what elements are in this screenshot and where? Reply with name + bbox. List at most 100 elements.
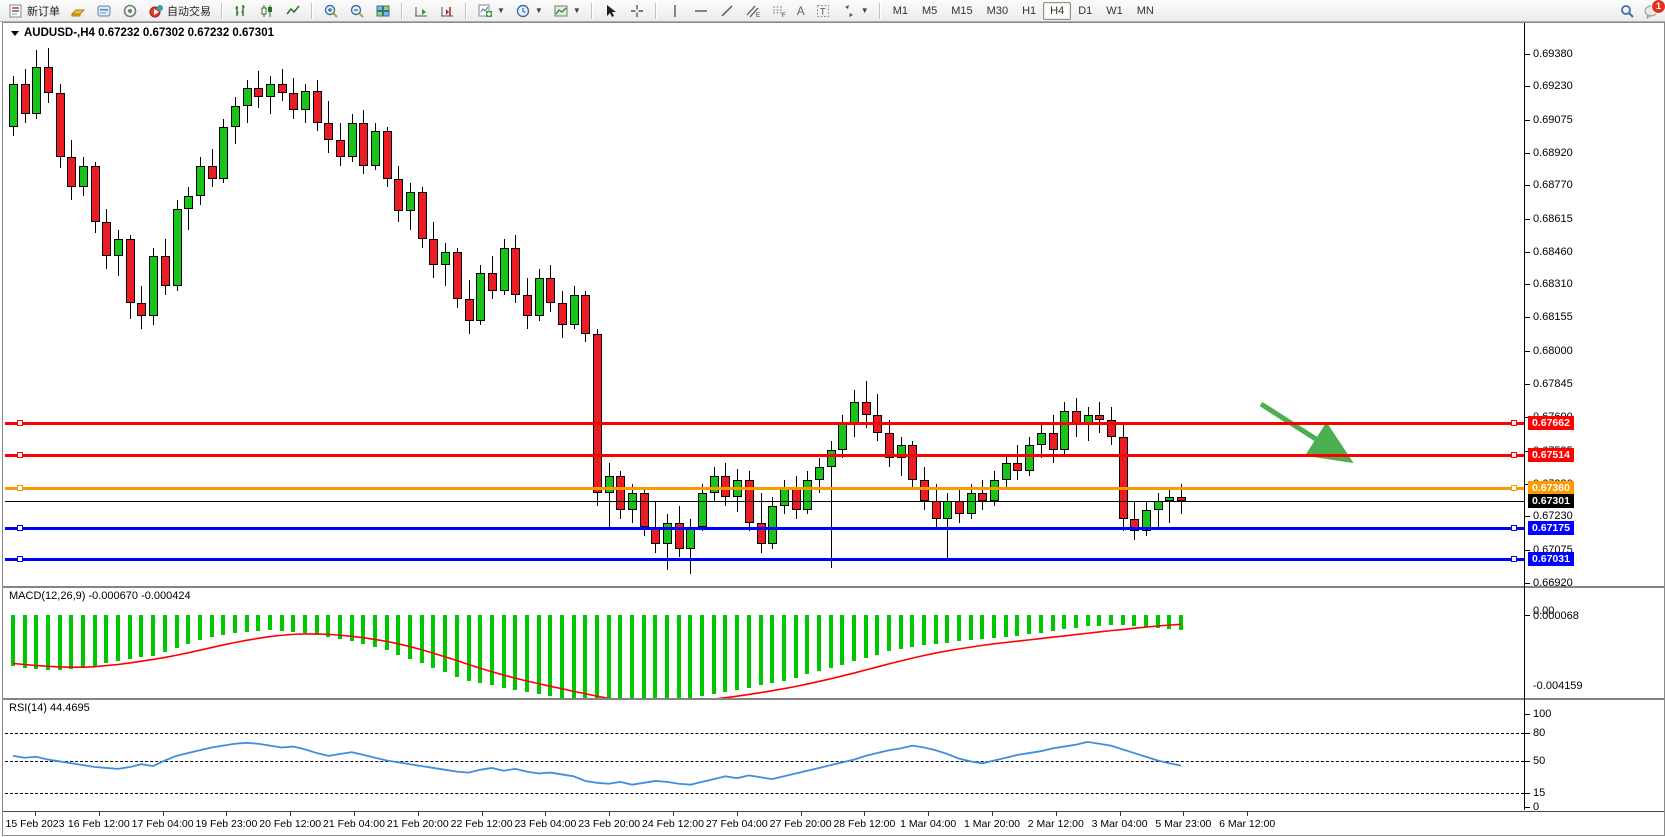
crosshair-tool-button[interactable] — [624, 1, 650, 21]
new-order-icon — [8, 3, 24, 19]
line-price-tag: 0.67662 — [1528, 416, 1574, 430]
candle-bullish — [196, 166, 205, 196]
channel-tool-button[interactable]: E — [740, 1, 766, 21]
price-axis-tick — [1525, 550, 1530, 551]
candle-bullish — [79, 166, 88, 188]
price-axis-tick — [1525, 384, 1530, 385]
candle-bearish — [908, 445, 917, 479]
rsi-axis-label: 15 — [1533, 787, 1545, 799]
zoom-in-button[interactable] — [318, 1, 344, 21]
candle-bearish — [453, 252, 462, 299]
new-chart-button[interactable]: ▼ — [472, 1, 510, 21]
price-chart-panel[interactable]: AUDUSD-,H4 0.67232 0.67302 0.67232 0.673… — [3, 23, 1664, 586]
line-handle[interactable] — [17, 485, 23, 491]
gold-bars-icon — [70, 3, 86, 19]
timeframe-button-w1[interactable]: W1 — [1099, 2, 1130, 20]
toolbar-separator — [465, 3, 467, 19]
candle-bearish — [359, 123, 368, 166]
candle-bearish — [558, 303, 567, 325]
line-handle[interactable] — [17, 420, 23, 426]
line-chart-button[interactable] — [280, 1, 306, 21]
horizontal-line[interactable] — [5, 527, 1524, 530]
candle-bullish — [768, 506, 777, 545]
timeframe-button-mn[interactable]: MN — [1130, 2, 1161, 20]
line-handle[interactable] — [1511, 556, 1517, 562]
timeframe-button-h4[interactable]: H4 — [1043, 2, 1071, 20]
time-axis-tick — [99, 812, 100, 816]
tile-windows-button[interactable] — [370, 1, 396, 21]
candle-bearish — [465, 299, 474, 321]
chat-notification-icon[interactable]: 1 — [1643, 3, 1659, 19]
line-handle[interactable] — [1511, 485, 1517, 491]
new-chart-icon — [477, 3, 493, 19]
rsi-axis-label: 100 — [1533, 708, 1551, 720]
line-handle[interactable] — [17, 556, 23, 562]
timeframe-button-d1[interactable]: D1 — [1071, 2, 1099, 20]
market-watch-button[interactable] — [65, 1, 91, 21]
chart-shift-button[interactable] — [434, 1, 460, 21]
time-axis-tick — [801, 812, 802, 816]
macd-axis-tick — [1525, 615, 1530, 616]
auto-scroll-button[interactable] — [408, 1, 434, 21]
candle-bearish — [920, 480, 929, 502]
macd-axis-label: -0.004159 — [1533, 680, 1583, 692]
crosshair-icon — [629, 3, 645, 19]
rsi-panel[interactable]: RSI(14) 44.4695 1008050150 — [3, 700, 1664, 811]
new-order-button[interactable]: 新订单 — [3, 1, 65, 21]
arrows-icon — [841, 3, 857, 19]
search-icon[interactable] — [1619, 3, 1635, 19]
macd-panel[interactable]: MACD(12,26,9) -0.000670 -0.000424 0.000.… — [3, 588, 1664, 698]
timeframe-button-m5[interactable]: M5 — [915, 2, 944, 20]
candle-bearish — [616, 476, 625, 510]
horizontal-line[interactable] — [5, 454, 1524, 457]
fibonacci-tool-button[interactable]: F — [766, 1, 792, 21]
dropdown-caret-icon: ▼ — [573, 6, 581, 15]
timeframe-button-m30[interactable]: M30 — [980, 2, 1015, 20]
period-button[interactable]: ▼ — [510, 1, 548, 21]
candle-bullish — [243, 88, 252, 105]
price-axis-divider — [1524, 23, 1525, 810]
arrows-tool-button[interactable]: ▼ — [836, 1, 874, 21]
time-axis[interactable]: 15 Feb 202316 Feb 12:0017 Feb 04:0019 Fe… — [3, 811, 1664, 835]
candle-bullish — [535, 278, 544, 317]
toolbar-separator — [591, 3, 593, 19]
candle-bearish — [523, 295, 532, 317]
candle-bullish — [441, 252, 450, 265]
trendline-icon — [719, 3, 735, 19]
autotrade-button[interactable]: 自动交易 — [143, 1, 216, 21]
cursor-tool-button[interactable] — [598, 1, 624, 21]
vertical-line-tool-button[interactable] — [662, 1, 688, 21]
trendline-tool-button[interactable] — [714, 1, 740, 21]
line-handle[interactable] — [1511, 452, 1517, 458]
timeframe-button-h1[interactable]: H1 — [1015, 2, 1043, 20]
candle-bearish — [56, 93, 65, 158]
template-button[interactable]: ▼ — [548, 1, 586, 21]
time-axis-tick — [290, 812, 291, 816]
clock-icon — [515, 3, 531, 19]
time-axis-label: 2 Mar 12:00 — [1028, 818, 1084, 830]
line-handle[interactable] — [1511, 525, 1517, 531]
line-handle[interactable] — [17, 452, 23, 458]
candlestick-button[interactable] — [254, 1, 280, 21]
horizontal-line[interactable] — [5, 487, 1524, 490]
time-axis-label: 5 Mar 23:00 — [1155, 818, 1211, 830]
horizontal-line[interactable] — [5, 422, 1524, 425]
bar-chart-button[interactable] — [228, 1, 254, 21]
chart-window: AUDUSD-,H4 0.67232 0.67302 0.67232 0.673… — [2, 22, 1665, 836]
timeframe-button-m15[interactable]: M15 — [944, 2, 979, 20]
text-tool-button[interactable]: A — [792, 2, 810, 20]
horizontal-line-tool-button[interactable] — [688, 1, 714, 21]
time-axis-label: 28 Feb 12:00 — [833, 818, 895, 830]
zoom-out-button[interactable] — [344, 1, 370, 21]
label-tool-button[interactable]: T — [810, 1, 836, 21]
timeframe-button-m1[interactable]: M1 — [886, 2, 915, 20]
line-handle[interactable] — [17, 525, 23, 531]
candle-bullish — [605, 476, 614, 493]
candle-bearish — [546, 278, 555, 304]
line-handle[interactable] — [1511, 420, 1517, 426]
navigator-button[interactable] — [117, 1, 143, 21]
time-axis-tick — [1056, 812, 1057, 816]
data-window-button[interactable] — [91, 1, 117, 21]
horizontal-line[interactable] — [5, 558, 1524, 561]
dropdown-caret-icon: ▼ — [497, 6, 505, 15]
